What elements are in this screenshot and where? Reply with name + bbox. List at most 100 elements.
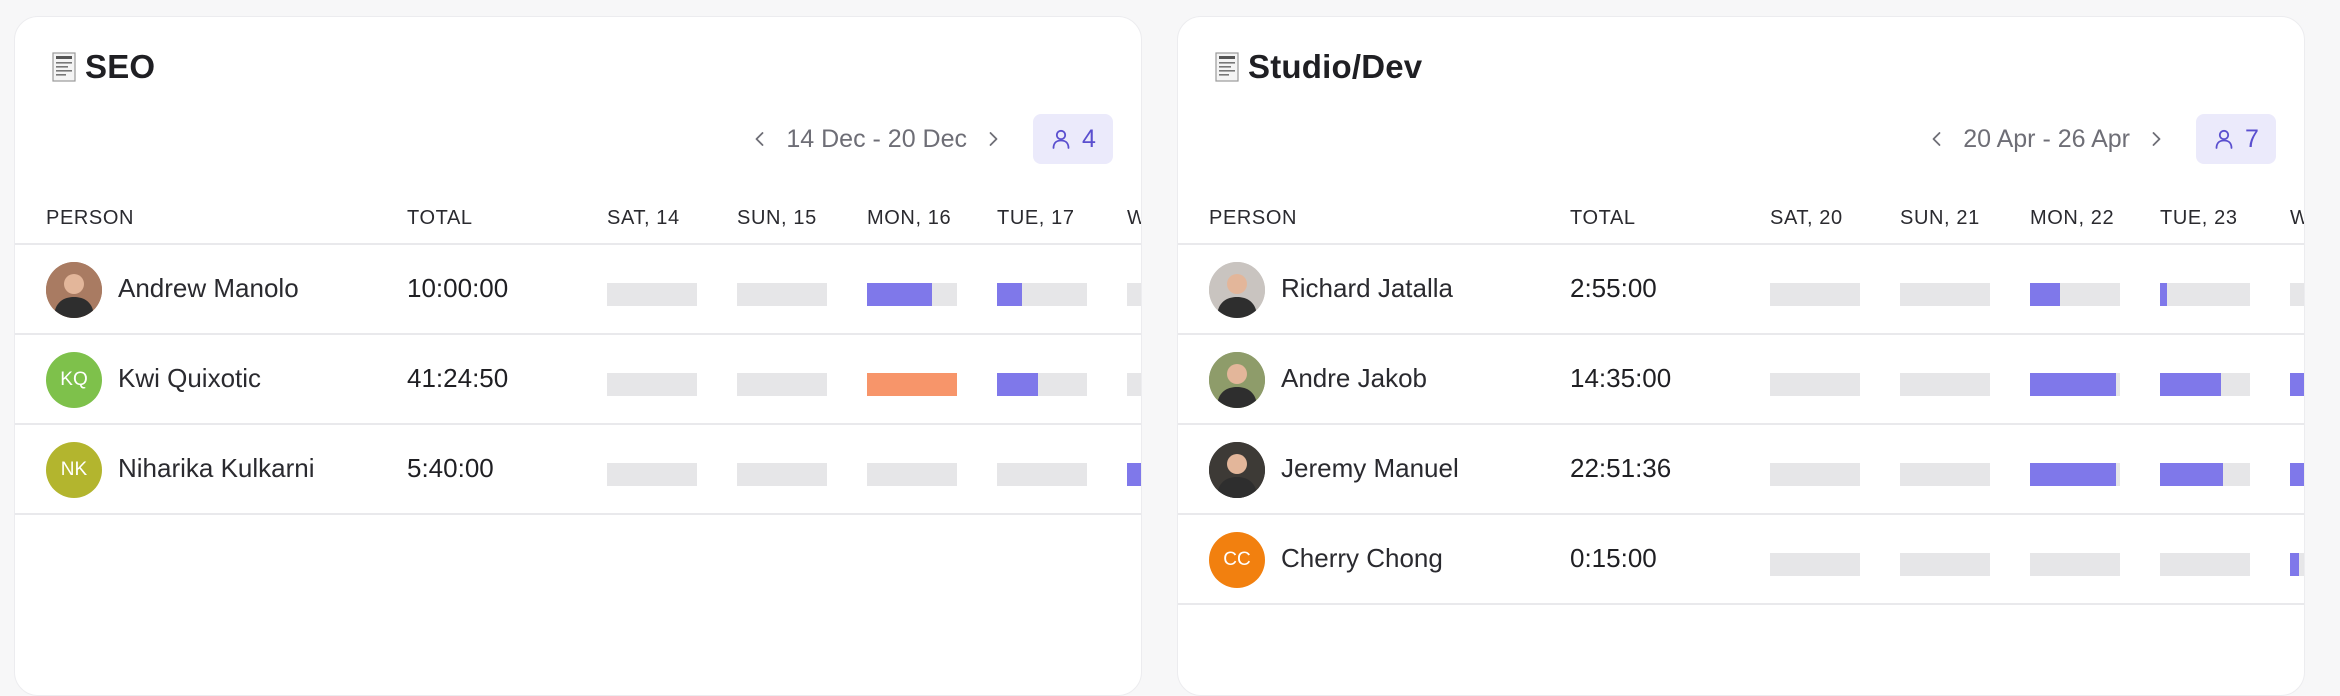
column-person[interactable]: PERSON [46,207,134,230]
column-day[interactable]: SAT, 20 [1770,207,1843,230]
day-progress-bar[interactable] [1127,373,1141,396]
day-progress-bar[interactable] [2030,553,2120,576]
day-progress-bar[interactable] [737,283,827,306]
day-progress-fill [867,373,957,396]
chevron-left-icon [755,132,764,146]
day-progress-fill [2290,463,2304,486]
project-panel-studio-dev: Studio/Dev 20 Apr - 26 Apr 7 PERSON TOTA… [1177,16,2305,696]
table-row[interactable]: Richard Jatalla 2:55:00 [1178,245,2304,335]
person-name[interactable]: Richard Jatalla [1281,273,1491,304]
day-progress-bar[interactable] [2290,463,2304,486]
chevron-right-icon [2152,132,2161,146]
person-name[interactable]: Cherry Chong [1281,543,1491,574]
table-row[interactable]: Jeremy Manuel 22:51:36 [1178,425,2304,515]
day-progress-bar[interactable] [1900,463,1990,486]
person-name[interactable]: Niharika Kulkarni [118,453,328,484]
day-progress-bar[interactable] [607,373,697,396]
day-progress-bar[interactable] [2160,373,2250,396]
prev-week-button[interactable] [1923,119,1951,159]
avatar [1209,352,1265,408]
date-toolbar: 14 Dec - 20 Dec 4 [746,113,1113,165]
person-total: 14:35:00 [1570,363,1672,393]
day-progress-bar[interactable] [1900,373,1990,396]
column-day[interactable]: SUN, 21 [1900,207,1980,230]
day-progress-bar[interactable] [1770,553,1860,576]
day-progress-bar[interactable] [607,463,697,486]
avatar-initials: NK [60,459,88,480]
day-progress-bar[interactable] [2030,463,2120,486]
day-progress-bar[interactable] [1770,463,1860,486]
column-day[interactable]: W [1127,207,1141,230]
column-day[interactable]: TUE, 23 [2160,207,2238,230]
day-progress-bar[interactable] [2030,283,2120,306]
panel-title: Studio/Dev [1248,48,1423,85]
day-progress-fill [2030,283,2060,306]
day-progress-bar[interactable] [997,373,1087,396]
day-progress-bar[interactable] [2160,283,2250,306]
person-photo-icon [1209,442,1265,498]
table-row[interactable]: Andrew Manolo 10:00:00 [15,245,1141,335]
day-progress-bar[interactable] [1900,553,1990,576]
date-range-label: 14 Dec - 20 Dec [786,124,967,153]
day-progress-bar[interactable] [997,283,1087,306]
table-row[interactable]: CC Cherry Chong 0:15:00 [1178,515,2304,605]
table-header: PERSON TOTAL SAT, 20 SUN, 21 MON, 22 TUE… [1178,193,2304,245]
table-row[interactable]: KQ Kwi Quixotic 41:24:50 [15,335,1141,425]
day-progress-bar[interactable] [867,283,957,306]
day-progress-fill [867,283,932,306]
day-progress-bar[interactable] [2290,373,2304,396]
day-progress-bar[interactable] [867,373,957,396]
day-progress-bar[interactable] [2290,553,2304,576]
column-total[interactable]: TOTAL [407,207,473,230]
person-name[interactable]: Kwi Quixotic [118,363,328,394]
day-progress-bar[interactable] [607,283,697,306]
day-progress-bar[interactable] [737,463,827,486]
day-progress-fill [997,283,1022,306]
table-row[interactable]: Andre Jakob 14:35:00 [1178,335,2304,425]
day-progress-bar[interactable] [1770,283,1860,306]
table-header: PERSON TOTAL SAT, 14 SUN, 15 MON, 16 TUE… [15,193,1141,245]
table-row[interactable]: NK Niharika Kulkarni 5:40:00 [15,425,1141,515]
day-progress-fill [2160,283,2167,306]
person-photo-icon [1209,352,1265,408]
receipt-icon [1215,52,1239,82]
column-day[interactable]: MON, 16 [867,207,951,230]
avatar [1209,442,1265,498]
person-total: 41:24:50 [407,363,509,393]
column-day[interactable]: TUE, 17 [997,207,1075,230]
column-person[interactable]: PERSON [1209,207,1297,230]
day-progress-bar[interactable] [2160,463,2250,486]
column-day[interactable]: W [2290,207,2304,230]
day-progress-bar[interactable] [2160,553,2250,576]
person-total: 2:55:00 [1570,273,1657,303]
day-progress-bar[interactable] [997,463,1087,486]
person-name[interactable]: Jeremy Manuel [1281,453,1491,484]
day-progress-bar[interactable] [737,373,827,396]
column-day[interactable]: SUN, 15 [737,207,817,230]
person-total: 22:51:36 [1570,453,1672,483]
day-progress-bar[interactable] [1127,283,1141,306]
person-name[interactable]: Andre Jakob [1281,363,1491,394]
day-progress-bar[interactable] [1900,283,1990,306]
day-progress-fill [1127,463,1141,486]
column-day[interactable]: MON, 22 [2030,207,2114,230]
next-week-button[interactable] [979,119,1007,159]
person-photo-icon [1209,262,1265,318]
members-button[interactable]: 4 [1033,114,1113,164]
receipt-icon [52,52,76,82]
members-button[interactable]: 7 [2196,114,2276,164]
day-progress-bar[interactable] [2030,373,2120,396]
person-photo-icon [46,262,102,318]
day-progress-bar[interactable] [2290,283,2304,306]
avatar-initials: CC [1223,549,1251,570]
day-progress-bar[interactable] [1127,463,1141,486]
column-day[interactable]: SAT, 14 [607,207,680,230]
prev-week-button[interactable] [746,119,774,159]
panel-title-row: Studio/Dev [1214,47,1422,87]
person-name[interactable]: Andrew Manolo [118,273,328,304]
day-progress-bar[interactable] [867,463,957,486]
column-total[interactable]: TOTAL [1570,207,1636,230]
next-week-button[interactable] [2142,119,2170,159]
day-progress-bar[interactable] [1770,373,1860,396]
panel-title-row: SEO [51,47,155,87]
